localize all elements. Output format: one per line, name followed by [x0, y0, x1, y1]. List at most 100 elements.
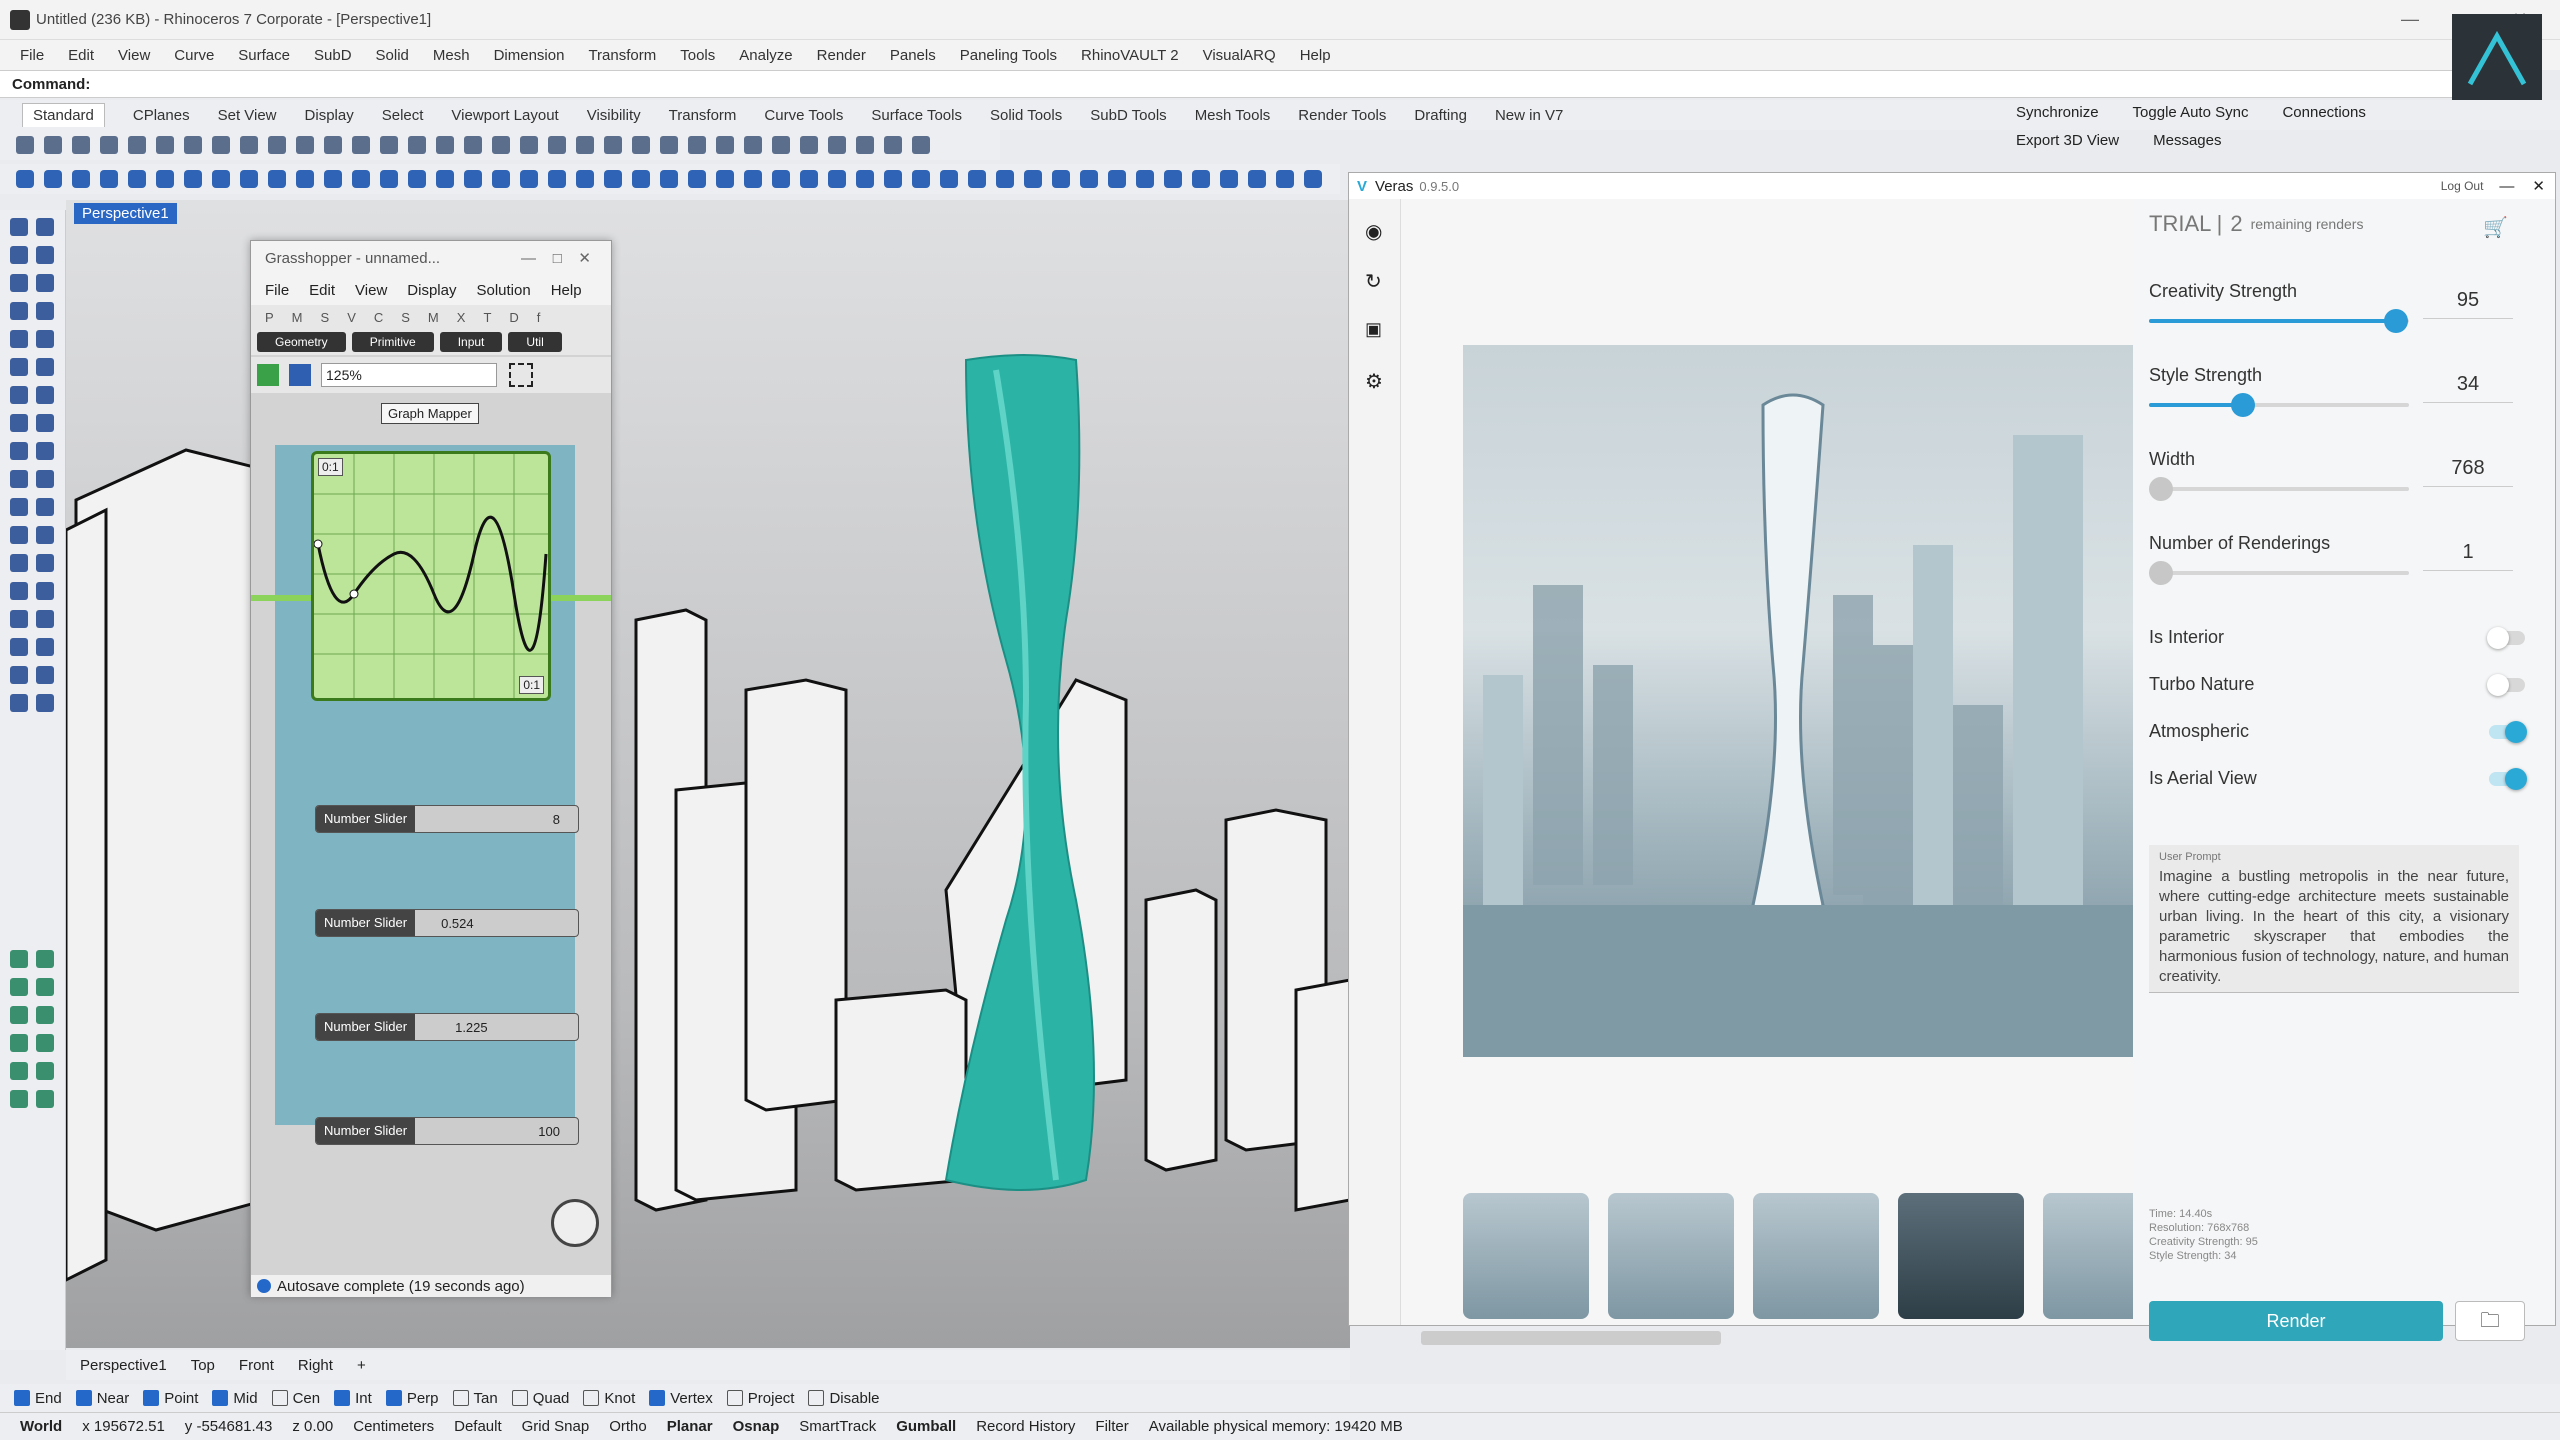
gh-category-geometry[interactable]: Geometry [257, 332, 346, 352]
refresh-icon[interactable]: ↻ [1365, 269, 1382, 294]
menu-help[interactable]: Help [1300, 47, 1331, 64]
save-file-icon[interactable] [289, 364, 311, 386]
gh-menu-edit[interactable]: Edit [309, 282, 335, 299]
width-value[interactable]: 768 [2423, 457, 2513, 487]
osnap-int[interactable]: Int [334, 1390, 372, 1407]
number-slider-2[interactable]: Number Slider 0.524 [315, 909, 579, 937]
tab-set-view[interactable]: Set View [218, 107, 277, 124]
gh-tab[interactable]: X [457, 310, 466, 325]
veras-minimize-button[interactable]: — [2499, 178, 2514, 195]
synchronize-button[interactable]: Synchronize [2016, 104, 2099, 121]
navigation-compass-icon[interactable] [551, 1199, 599, 1247]
osnap-cen[interactable]: Cen [271, 1390, 320, 1407]
viewport-tab-right[interactable]: Right [298, 1357, 333, 1374]
gh-tab[interactable]: M [292, 310, 303, 325]
smarttrack-toggle[interactable]: SmartTrack [799, 1418, 876, 1435]
osnap-tan[interactable]: Tan [452, 1390, 498, 1407]
gh-tab[interactable]: M [428, 310, 439, 325]
osnap-end[interactable]: End [14, 1390, 62, 1407]
render-thumbnail-4[interactable] [1898, 1193, 2024, 1319]
osnap-knot[interactable]: Knot [583, 1390, 635, 1407]
connections-button[interactable]: Connections [2282, 104, 2365, 121]
grid-snap-toggle[interactable]: Grid Snap [522, 1418, 590, 1435]
tab-solid-tools[interactable]: Solid Tools [990, 107, 1062, 124]
zoom-extents-icon[interactable] [509, 363, 533, 387]
menu-transform[interactable]: Transform [588, 47, 656, 64]
viewport-label[interactable]: Perspective1 [74, 203, 177, 224]
filter-toggle[interactable]: Filter [1095, 1418, 1128, 1435]
tab-visibility[interactable]: Visibility [587, 107, 641, 124]
graph-mapper-component[interactable]: 0:1 0:1 [311, 451, 551, 701]
render-thumbnail-1[interactable] [1463, 1193, 1589, 1319]
layer[interactable]: Default [454, 1418, 502, 1435]
minimize-button[interactable]: — [2390, 4, 2430, 34]
gh-tab[interactable]: V [347, 310, 356, 325]
osnap-vertex[interactable]: Vertex [649, 1390, 713, 1407]
tab-surface-tools[interactable]: Surface Tools [871, 107, 962, 124]
gh-category-primitive[interactable]: Primitive [351, 332, 434, 352]
menu-panels[interactable]: Panels [890, 47, 936, 64]
tab-viewport-layout[interactable]: Viewport Layout [451, 107, 558, 124]
number-slider-3[interactable]: Number Slider 1.225 [315, 1013, 579, 1041]
tab-curve-tools[interactable]: Curve Tools [764, 107, 843, 124]
gh-menu-file[interactable]: File [265, 282, 289, 299]
open-file-icon[interactable] [257, 364, 279, 386]
renderings-slider[interactable] [2149, 561, 2409, 585]
gh-tab[interactable]: D [509, 310, 518, 325]
osnap-disable[interactable]: Disable [808, 1390, 880, 1407]
turbo-nature-toggle[interactable] [2487, 674, 2525, 696]
style-strength-value[interactable]: 34 [2423, 373, 2513, 403]
menu-subd[interactable]: SubD [314, 47, 352, 64]
messages-button[interactable]: Messages [2153, 132, 2221, 149]
modeling-toolbar-icons[interactable] [0, 164, 1340, 194]
is-interior-toggle[interactable] [2487, 627, 2525, 649]
tab-new-in-v7[interactable]: New in V7 [1495, 107, 1563, 124]
menu-dimension[interactable]: Dimension [494, 47, 565, 64]
menu-solid[interactable]: Solid [376, 47, 409, 64]
osnap-quad[interactable]: Quad [511, 1390, 569, 1407]
creativity-slider[interactable] [2149, 309, 2409, 333]
osnap-mid[interactable]: Mid [212, 1390, 258, 1407]
left-toolbar-icons[interactable] [0, 210, 66, 1350]
settings-gear-icon[interactable]: ⚙ [1365, 369, 1383, 394]
renderings-value[interactable]: 1 [2423, 541, 2513, 571]
grasshopper-window-controls[interactable]: — □ ✕ [521, 249, 591, 267]
cplane-indicator[interactable]: World [20, 1418, 62, 1435]
gh-menu-display[interactable]: Display [407, 282, 456, 299]
gh-tab[interactable]: C [374, 310, 383, 325]
tab-cplanes[interactable]: CPlanes [133, 107, 190, 124]
menu-view[interactable]: View [118, 47, 150, 64]
osnap-project[interactable]: Project [726, 1390, 794, 1407]
tab-subd-tools[interactable]: SubD Tools [1090, 107, 1166, 124]
rendered-image[interactable] [1463, 345, 2175, 1057]
veras-close-button[interactable]: ✕ [2532, 177, 2545, 195]
cart-icon[interactable]: 🛒 [2483, 215, 2508, 240]
eye-icon[interactable]: ◉ [1365, 219, 1382, 244]
aerial-view-toggle[interactable] [2489, 768, 2527, 790]
units[interactable]: Centimeters [353, 1418, 434, 1435]
viewport-tab-front[interactable]: Front [239, 1357, 274, 1374]
tab-standard[interactable]: Standard [22, 103, 105, 127]
zoom-select[interactable]: 125% [321, 363, 497, 387]
tab-transform[interactable]: Transform [669, 107, 737, 124]
osnap-toggle[interactable]: Osnap [733, 1418, 780, 1435]
toggle-auto-sync-button[interactable]: Toggle Auto Sync [2133, 104, 2249, 121]
atmospheric-toggle[interactable] [2489, 721, 2527, 743]
tab-drafting[interactable]: Drafting [1414, 107, 1467, 124]
menu-rhinovault[interactable]: RhinoVAULT 2 [1081, 47, 1179, 64]
osnap-point[interactable]: Point [143, 1390, 198, 1407]
save-icon[interactable]: ▣ [1365, 319, 1382, 340]
export-3d-view-button[interactable]: Export 3D View [2016, 132, 2119, 149]
thumbnail-scrollbar[interactable] [1421, 1331, 1721, 1345]
number-slider-4[interactable]: Number Slider 100 [315, 1117, 579, 1145]
graph-mapper-plot[interactable] [313, 454, 548, 698]
viewport-tab-top[interactable]: Top [191, 1357, 215, 1374]
user-prompt-field[interactable]: User Prompt Imagine a bustling metropoli… [2149, 845, 2519, 993]
tab-select[interactable]: Select [382, 107, 424, 124]
tab-mesh-tools[interactable]: Mesh Tools [1195, 107, 1271, 124]
menu-file[interactable]: File [20, 47, 44, 64]
gh-tab[interactable]: P [265, 310, 274, 325]
open-folder-button[interactable]: 🗀 [2455, 1301, 2525, 1341]
gh-tab[interactable]: f [537, 310, 541, 325]
logout-link[interactable]: Log Out [2441, 179, 2484, 193]
